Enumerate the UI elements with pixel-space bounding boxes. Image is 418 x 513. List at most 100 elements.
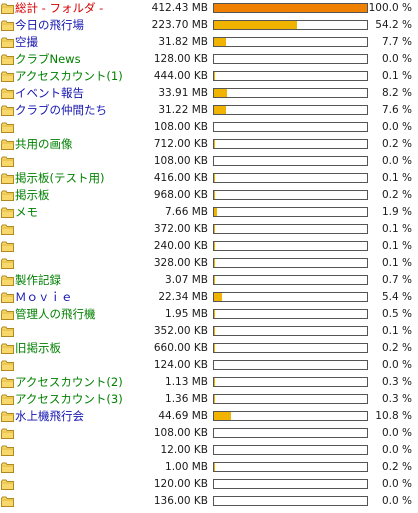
folder-size: 328.00 KB: [153, 257, 208, 269]
usage-bar: [213, 445, 368, 455]
folder-row[interactable]: 136.00 KB 0.0 %: [0, 493, 418, 510]
folder-size: 33.91 MB: [158, 87, 208, 99]
usage-bar-fill: [214, 21, 297, 29]
folder-icon: [1, 496, 14, 507]
folder-row[interactable]: クラブNews 128.00 KB 0.0 %: [0, 51, 418, 68]
folder-size: 412.43 MB: [151, 2, 208, 14]
usage-bar-fill: [214, 378, 215, 386]
folder-row[interactable]: イベント報告 33.91 MB 8.2 %: [0, 85, 418, 102]
usage-bar: [213, 496, 368, 506]
folder-row[interactable]: 掲示板 968.00 KB 0.2 %: [0, 187, 418, 204]
folder-icon: [1, 377, 14, 388]
usage-bar-fill: [214, 327, 215, 335]
usage-bar: [213, 71, 368, 81]
folder-icon: [1, 3, 14, 14]
usage-percent: 7.6 %: [381, 104, 412, 116]
usage-bar: [213, 479, 368, 489]
usage-bar: [213, 207, 368, 217]
folder-row[interactable]: 水上機飛行会 44.69 MB 10.8 %: [0, 408, 418, 425]
folder-row[interactable]: 352.00 KB 0.1 %: [0, 323, 418, 340]
folder-row[interactable]: アクセスカウント(3) 1.36 MB 0.3 %: [0, 391, 418, 408]
usage-bar: [213, 394, 368, 404]
folder-icon: [1, 292, 14, 303]
folder-icon: [1, 71, 14, 82]
usage-bar: [213, 428, 368, 438]
folder-size-list: 総計 - フォルダ - 412.43 MB 100.0 % 今日の飛行場 223…: [0, 0, 418, 510]
folder-size: 968.00 KB: [153, 189, 208, 201]
usage-percent: 0.1 %: [381, 325, 412, 337]
folder-size: 444.00 KB: [153, 70, 208, 82]
usage-percent: 0.2 %: [381, 342, 412, 354]
folder-icon: [1, 20, 14, 31]
folder-size: 352.00 KB: [153, 325, 208, 337]
folder-size: 7.66 MB: [165, 206, 208, 218]
usage-bar: [213, 258, 368, 268]
folder-icon: [1, 343, 14, 354]
usage-bar: [213, 224, 368, 234]
usage-percent: 0.3 %: [381, 393, 412, 405]
folder-row[interactable]: 240.00 KB 0.1 %: [0, 238, 418, 255]
folder-row[interactable]: 旧掲示板 660.00 KB 0.2 %: [0, 340, 418, 357]
folder-row[interactable]: 掲示板(テスト用) 416.00 KB 0.1 %: [0, 170, 418, 187]
folder-row[interactable]: 製作記録 3.07 MB 0.7 %: [0, 272, 418, 289]
folder-icon: [1, 360, 14, 371]
usage-bar-fill: [214, 395, 215, 403]
folder-row[interactable]: 管理人の飛行機 1.95 MB 0.5 %: [0, 306, 418, 323]
folder-row[interactable]: 108.00 KB 0.0 %: [0, 153, 418, 170]
usage-percent: 0.0 %: [381, 444, 412, 456]
folder-row[interactable]: 108.00 KB 0.0 %: [0, 119, 418, 136]
folder-icon: [1, 207, 14, 218]
usage-percent: 0.3 %: [381, 376, 412, 388]
folder-icon: [1, 445, 14, 456]
folder-row[interactable]: クラブの仲間たち 31.22 MB 7.6 %: [0, 102, 418, 119]
folder-size: 44.69 MB: [158, 410, 208, 422]
folder-icon: [1, 190, 14, 201]
folder-size: 124.00 KB: [153, 359, 208, 371]
usage-percent: 0.0 %: [381, 359, 412, 371]
folder-size: 223.70 MB: [151, 19, 208, 31]
folder-size: 660.00 KB: [153, 342, 208, 354]
usage-bar-fill: [214, 463, 215, 471]
folder-row[interactable]: 1.00 MB 0.2 %: [0, 459, 418, 476]
folder-icon: [1, 275, 14, 286]
folder-icon: [1, 394, 14, 405]
folder-row[interactable]: 12.00 KB 0.0 %: [0, 442, 418, 459]
usage-percent: 0.1 %: [381, 70, 412, 82]
usage-bar-fill: [214, 412, 231, 420]
usage-bar: [213, 20, 368, 30]
folder-size: 22.34 MB: [158, 291, 208, 303]
usage-bar-fill: [214, 208, 217, 216]
folder-row[interactable]: 共用の画像 712.00 KB 0.2 %: [0, 136, 418, 153]
folder-row[interactable]: メモ 7.66 MB 1.9 %: [0, 204, 418, 221]
folder-row[interactable]: アクセスカウント(1) 444.00 KB 0.1 %: [0, 68, 418, 85]
folder-size: 108.00 KB: [153, 155, 208, 167]
usage-bar: [213, 275, 368, 285]
usage-bar: [213, 122, 368, 132]
usage-percent: 0.1 %: [381, 240, 412, 252]
usage-bar: [213, 3, 368, 13]
folder-row[interactable]: 328.00 KB 0.1 %: [0, 255, 418, 272]
folder-icon: [1, 173, 14, 184]
folder-row[interactable]: 総計 - フォルダ - 412.43 MB 100.0 %: [0, 0, 418, 17]
folder-size: 120.00 KB: [153, 478, 208, 490]
folder-row[interactable]: Ｍｏｖｉｅ 22.34 MB 5.4 %: [0, 289, 418, 306]
usage-percent: 0.5 %: [381, 308, 412, 320]
folder-icon: [1, 224, 14, 235]
usage-bar: [213, 326, 368, 336]
folder-row[interactable]: アクセスカウント(2) 1.13 MB 0.3 %: [0, 374, 418, 391]
folder-row[interactable]: 108.00 KB 0.0 %: [0, 425, 418, 442]
usage-percent: 0.2 %: [381, 461, 412, 473]
usage-bar-fill: [214, 293, 222, 301]
folder-row[interactable]: 空撮 31.82 MB 7.7 %: [0, 34, 418, 51]
folder-row[interactable]: 372.00 KB 0.1 %: [0, 221, 418, 238]
folder-row[interactable]: 120.00 KB 0.0 %: [0, 476, 418, 493]
folder-row[interactable]: 今日の飛行場 223.70 MB 54.2 %: [0, 17, 418, 34]
usage-bar: [213, 462, 368, 472]
folder-icon: [1, 462, 14, 473]
usage-bar: [213, 54, 368, 64]
folder-icon: [1, 258, 14, 269]
folder-row[interactable]: 124.00 KB 0.0 %: [0, 357, 418, 374]
usage-percent: 0.1 %: [381, 257, 412, 269]
usage-bar-fill: [214, 174, 215, 182]
usage-bar: [213, 343, 368, 353]
